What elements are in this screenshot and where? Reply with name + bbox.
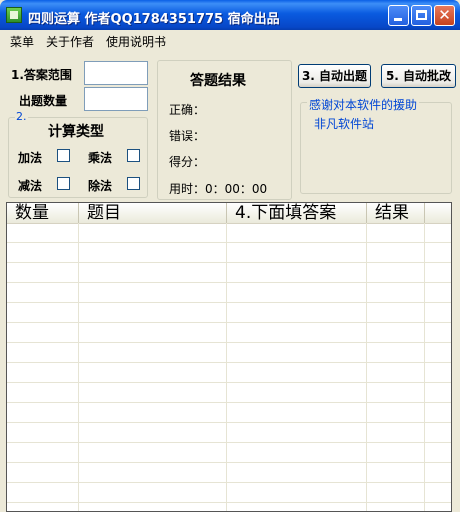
column-header-result[interactable]: 结果 [367, 203, 425, 223]
multiply-label: 乘法 [88, 151, 113, 165]
minimize-button[interactable] [388, 5, 409, 26]
table-row [7, 262, 451, 263]
auto-generate-button[interactable]: 3. 自动出题 [298, 64, 371, 88]
sponsor-link[interactable]: 非凡软件站 [314, 115, 374, 132]
multiply-checkbox[interactable] [127, 149, 140, 162]
add-label: 加法 [18, 151, 43, 165]
score-label: 得分： [169, 155, 206, 169]
table-row [7, 382, 451, 383]
wrong-label: 错误： [169, 129, 206, 143]
column-divider [424, 223, 425, 511]
maximize-button[interactable] [411, 5, 432, 26]
table-row [7, 502, 451, 503]
app-icon [6, 7, 22, 23]
table-row [7, 282, 451, 283]
maximize-icon [416, 10, 427, 20]
table-row [7, 242, 451, 243]
question-count-label: 出题数量 [19, 94, 68, 108]
question-count-input[interactable] [84, 87, 148, 111]
table-row [7, 482, 451, 483]
table-row [7, 362, 451, 363]
auto-grade-button[interactable]: 5. 自动批改 [381, 64, 456, 88]
menu-item-menu[interactable]: 菜单 [10, 33, 34, 50]
calc-type-title: 计算类型 [48, 124, 104, 140]
table-row [7, 322, 451, 323]
results-title: 答题结果 [190, 73, 246, 89]
menu-item-about-author[interactable]: 关于作者 [46, 33, 94, 50]
menu-item-manual[interactable]: 使用说明书 [106, 33, 166, 50]
close-icon: ✕ [438, 6, 451, 24]
column-header-question[interactable]: 题目 [79, 203, 227, 223]
window-title: 四则运算 作者QQ1784351775 宿命出品 [28, 12, 280, 27]
calc-group-number: 2. [15, 110, 28, 123]
time-label: 用时： [169, 182, 206, 196]
correct-label: 正确： [169, 103, 206, 117]
subtract-label: 减法 [18, 179, 43, 193]
divide-checkbox[interactable] [127, 177, 140, 190]
column-header-count[interactable]: 数量 [7, 203, 79, 223]
subtract-checkbox[interactable] [57, 177, 70, 190]
answer-range-input[interactable] [84, 61, 148, 85]
column-divider [226, 223, 227, 511]
question-grid[interactable]: 数量 题目 4.下面填答案 结果 [6, 202, 452, 512]
table-row [7, 342, 451, 343]
table-row [7, 422, 451, 423]
column-divider [366, 223, 367, 511]
column-divider [78, 223, 79, 511]
answer-range-label: 1.答案范围 [11, 68, 72, 82]
close-button[interactable]: ✕ [434, 5, 455, 26]
table-row [7, 442, 451, 443]
divide-label: 除法 [88, 179, 113, 193]
table-row [7, 402, 451, 403]
minimize-icon [394, 18, 402, 21]
menu-bar: 菜单 关于作者 使用说明书 [0, 30, 460, 50]
thanks-text: 感谢对本软件的援助 [307, 96, 420, 113]
title-bar[interactable]: 四则运算 作者QQ1784351775 宿命出品 ✕ [0, 0, 460, 30]
table-row [7, 462, 451, 463]
time-value: 0：00：00 [205, 182, 268, 196]
add-checkbox[interactable] [57, 149, 70, 162]
grid-header: 数量 题目 4.下面填答案 结果 [7, 203, 451, 224]
table-row [7, 302, 451, 303]
column-header-answer[interactable]: 4.下面填答案 [227, 203, 367, 223]
